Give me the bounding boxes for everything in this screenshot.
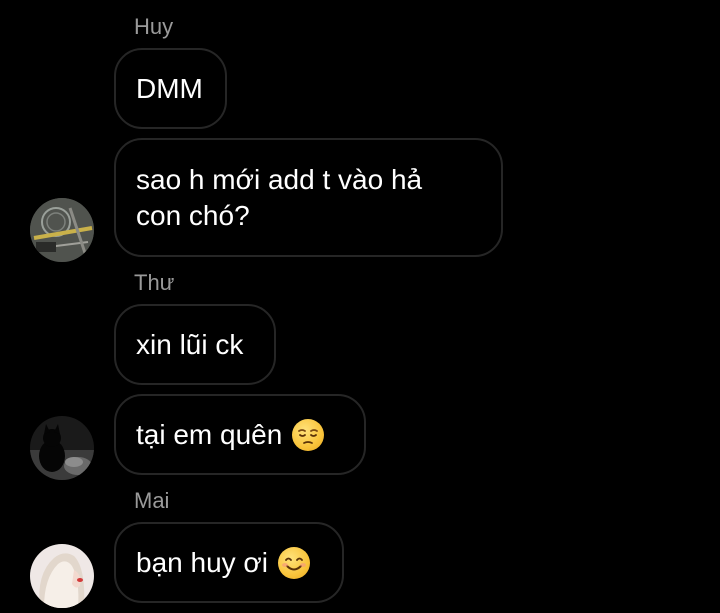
sender-name: Mai — [134, 488, 170, 513]
message-bubble[interactable]: bạn huy ơi — [114, 522, 344, 603]
avatar-image — [30, 416, 94, 480]
message-text: bạn huy ơi — [136, 546, 269, 578]
avatar-mai[interactable] — [30, 544, 94, 608]
avatar-image — [30, 544, 94, 608]
message-text: DMM — [136, 72, 203, 104]
message-text: xin lũi ck — [136, 328, 244, 360]
sender-name: Thư — [134, 270, 175, 295]
sender-name: Huy — [134, 14, 174, 39]
message-bubble[interactable]: DMM — [114, 48, 227, 129]
message-text: tại em quên — [136, 418, 283, 450]
message-bubble[interactable]: tại em quên — [114, 394, 366, 475]
message-text: sao h mới add t vào hả con chó? — [136, 163, 423, 231]
smiling-face-emoji — [278, 546, 311, 579]
message-bubble[interactable]: sao h mới add t vào hả con chó? — [114, 138, 503, 257]
avatar-thu[interactable] — [30, 416, 94, 480]
message-bubble[interactable]: xin lũi ck — [114, 304, 276, 385]
pensive-face-emoji — [292, 418, 325, 451]
avatar-huy[interactable] — [30, 198, 94, 262]
avatar-image — [30, 198, 94, 262]
